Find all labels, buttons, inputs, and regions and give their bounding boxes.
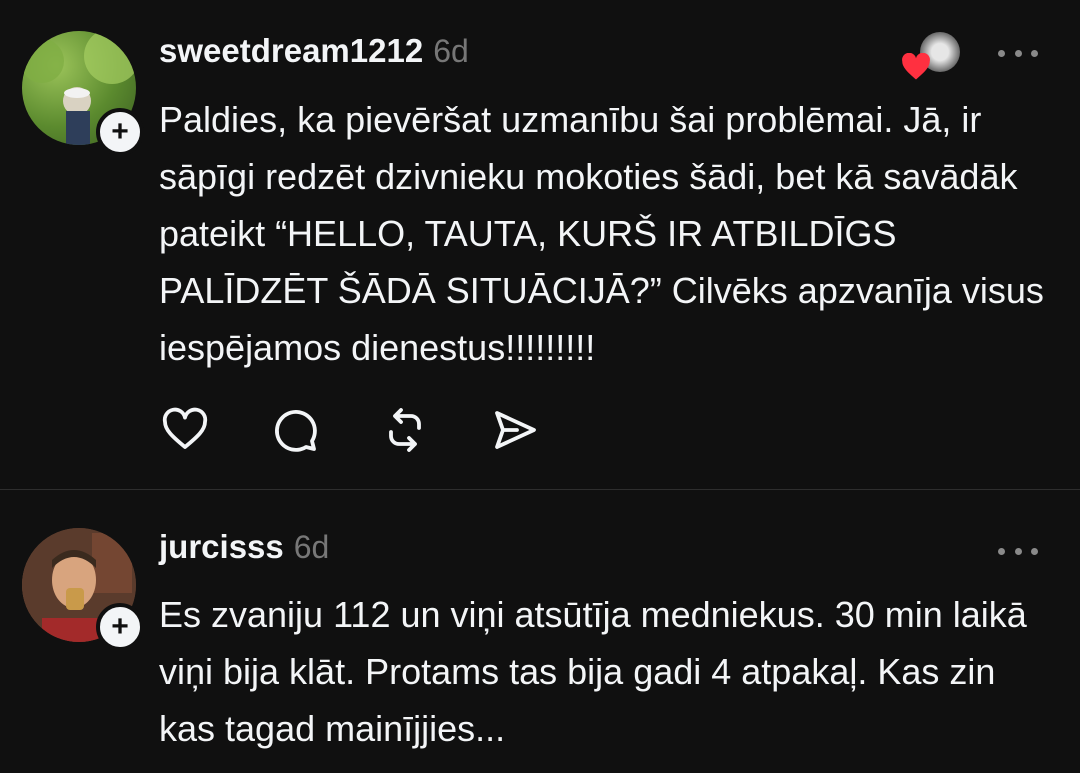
follow-button[interactable]: + <box>96 603 144 651</box>
like-button[interactable] <box>159 404 211 456</box>
post-text: Es zvaniju 112 un viņi atsūtīja mednieku… <box>159 594 1027 749</box>
comment-button[interactable] <box>269 404 321 456</box>
heart-icon <box>902 53 930 80</box>
share-icon <box>495 411 536 449</box>
repost-icon <box>389 408 421 452</box>
follow-button[interactable]: + <box>96 108 144 156</box>
more-options-icon[interactable] <box>998 43 1038 63</box>
username[interactable]: jurcisss <box>159 528 284 566</box>
post-header: sweetdream1212 6d <box>159 32 469 70</box>
username[interactable]: sweetdream1212 <box>159 32 423 70</box>
comment-icon <box>275 410 317 452</box>
timestamp: 6d <box>433 33 469 69</box>
repost-button[interactable] <box>379 404 431 456</box>
thread-reply: + jurcisss 6d Es zvaniju 112 un viņi ats… <box>0 490 1080 773</box>
heart-icon <box>162 407 208 449</box>
more-options-icon[interactable] <box>998 541 1038 561</box>
timestamp: 6d <box>293 529 330 565</box>
post-header: jurcisss 6d <box>159 528 329 566</box>
action-bar <box>159 404 599 456</box>
thread-reply: + sweetdream1212 6d Paldies, ka pievērša… <box>0 0 1080 490</box>
share-button[interactable] <box>489 404 541 456</box>
post-text: Paldies, ka pievēršat uzmanību šai probl… <box>159 99 1044 368</box>
